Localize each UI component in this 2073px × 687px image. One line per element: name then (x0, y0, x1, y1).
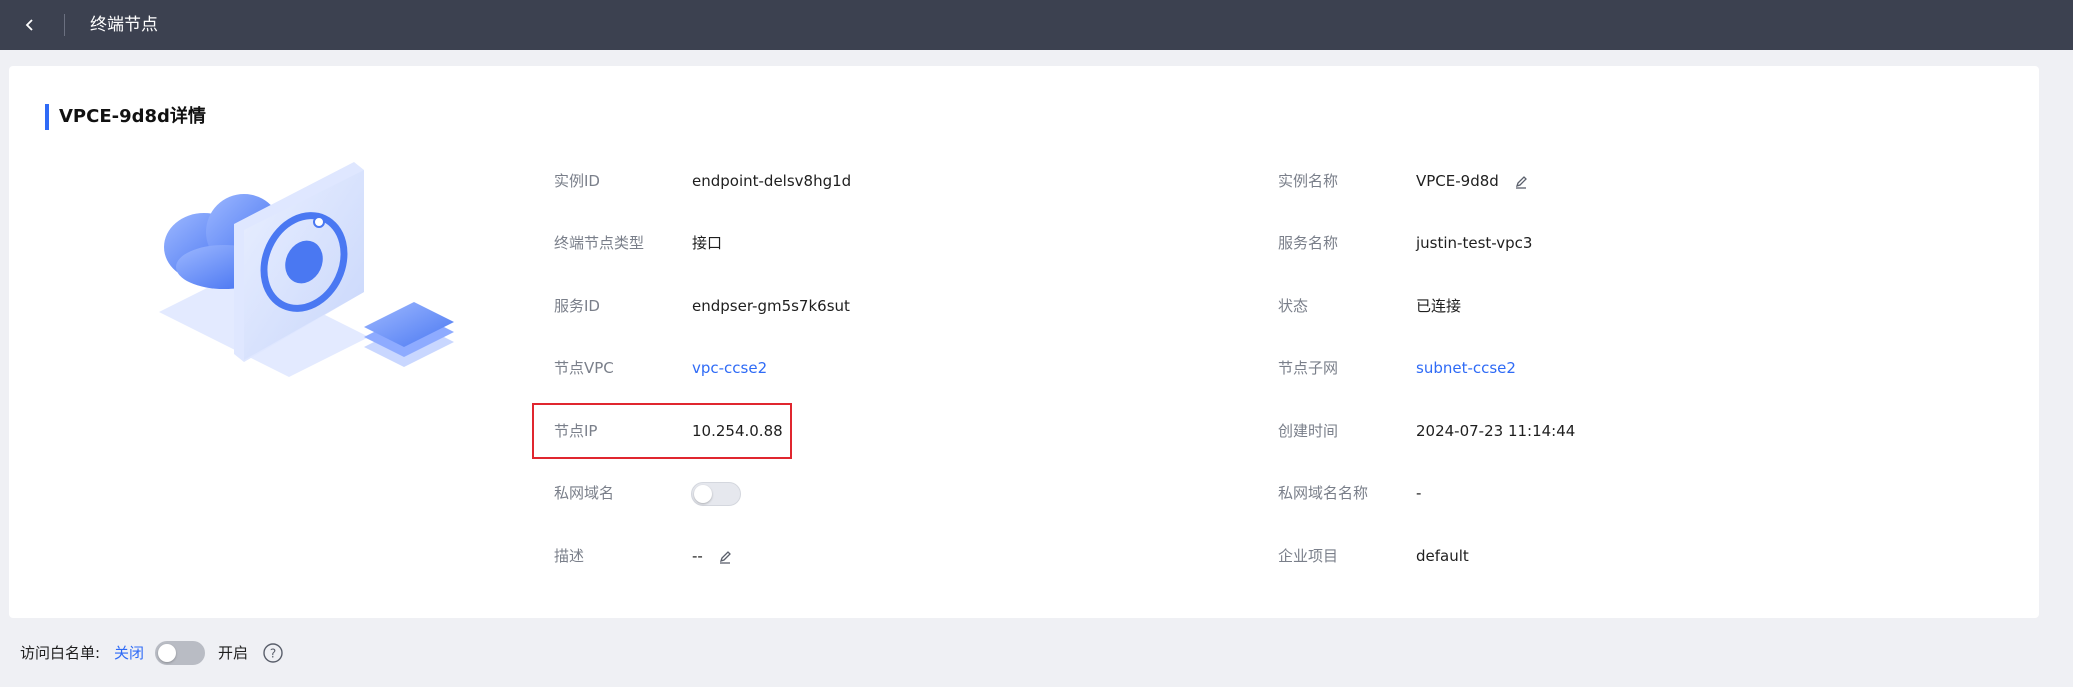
field-value-service-name: justin-test-vpc3 (1416, 234, 1533, 252)
field-value-instance-name-row: VPCE-9d8d (1416, 170, 1528, 192)
field-value-service-id: endpser-gm5s7k6sut (692, 297, 850, 315)
field-label-instance-name: 实例名称 (1278, 172, 1339, 190)
field-label-service-id: 服务ID (554, 297, 600, 315)
field-label-instance-id: 实例ID (554, 172, 600, 190)
field-label-description: 描述 (554, 547, 585, 565)
field-label-service-name: 服务名称 (1278, 234, 1339, 252)
top-bar: 终端节点 (0, 0, 2073, 50)
field-value-status: 已连接 (1416, 297, 1462, 315)
field-label-private-dns-name: 私网域名名称 (1278, 484, 1369, 502)
field-value-instance-name: VPCE-9d8d (1416, 172, 1499, 190)
node-ip-highlight (532, 403, 792, 459)
field-value-description: -- (692, 547, 703, 565)
whitelist-label: 访问白名单: (20, 644, 101, 662)
field-value-instance-id: endpoint-delsv8hg1d (692, 172, 852, 190)
back-arrow-icon (25, 19, 33, 31)
field-value-private-dns-name: - (1416, 484, 1422, 502)
field-value-enterprise-project: default (1416, 547, 1469, 565)
field-label-node-subnet: 节点子网 (1278, 359, 1339, 377)
private-dns-toggle[interactable] (691, 482, 741, 506)
node-subnet-link[interactable]: subnet-ccse2 (1416, 357, 1516, 379)
field-label-endpoint-type: 终端节点类型 (554, 234, 645, 252)
field-value-created-time: 2024-07-23 11:14:44 (1416, 422, 1576, 440)
whitelist-status: 关闭 (114, 644, 145, 662)
field-label-status: 状态 (1278, 297, 1309, 315)
edit-icon[interactable] (718, 550, 732, 564)
svg-text:?: ? (270, 647, 276, 661)
help-icon[interactable]: ? (262, 642, 284, 664)
field-value-description-row: -- (692, 545, 732, 567)
back-button[interactable] (18, 13, 42, 37)
topbar-divider (64, 14, 65, 36)
node-vpc-link[interactable]: vpc-ccse2 (692, 357, 767, 379)
toggle-knob (158, 644, 176, 662)
toggle-knob (694, 485, 712, 503)
card-title: VPCE-9d8d详情 (59, 106, 206, 127)
field-label-private-dns: 私网域名 (554, 484, 615, 502)
field-label-created-time: 创建时间 (1278, 422, 1339, 440)
field-label-node-vpc: 节点VPC (554, 359, 614, 377)
field-label-enterprise-project: 企业项目 (1278, 547, 1339, 565)
whitelist-toggle[interactable] (155, 641, 205, 665)
title-accent-bar (45, 104, 49, 130)
page-title: 终端节点 (90, 15, 158, 35)
endpoint-illustration (159, 162, 454, 377)
whitelist-open-label: 开启 (218, 644, 249, 662)
detail-card: VPCE-9d8d详情 实例ID endpoint-delsv8hg1d 终端节… (9, 66, 2039, 618)
edit-icon[interactable] (1514, 175, 1528, 189)
field-value-endpoint-type: 接口 (692, 234, 723, 252)
